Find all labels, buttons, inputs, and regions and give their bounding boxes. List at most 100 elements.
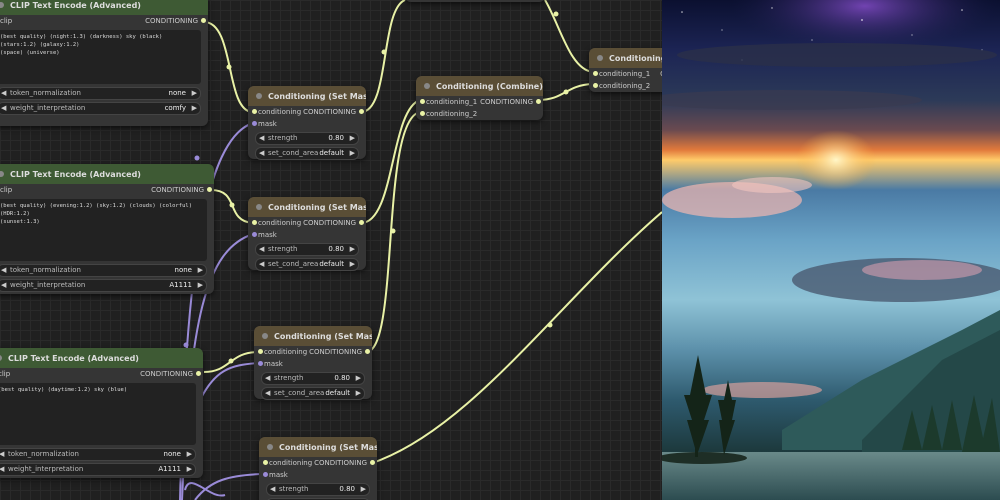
collapse-dot-icon[interactable] [262,333,268,339]
token-normalization-combo[interactable]: ◀ token_normalization none ▶ [0,87,201,100]
conditioning-1-input-slot[interactable] [593,71,598,76]
widget-label: set_cond_area [268,149,319,157]
token-normalization-combo[interactable]: ◀ token_normalization none ▶ [0,448,196,461]
node-header[interactable]: Conditioning (Set Mask) [248,86,366,106]
arrow-right-icon[interactable]: ▶ [350,245,355,253]
node-header[interactable]: Conditioning (Set Mask) [254,326,372,346]
arrow-right-icon[interactable]: ▶ [350,134,355,142]
mask-input-slot[interactable] [263,472,268,477]
node-title: CLIP Text Encode (Advanced) [8,353,139,363]
node-graph-canvas[interactable]: CLIP Text Encode (Advanced) clip CONDITI… [0,0,662,500]
prompt-textarea[interactable]: (best quality) (night:1.3) (darkness) sk… [0,30,201,84]
arrow-left-icon[interactable]: ◀ [259,260,264,268]
mask-input-slot[interactable] [252,232,257,237]
arrow-right-icon[interactable]: ▶ [198,281,203,289]
collapse-dot-icon[interactable] [267,444,273,450]
conditioning-output-slot[interactable] [370,460,375,465]
collapse-dot-icon[interactable] [597,55,603,61]
conditioning-output-slot[interactable] [365,349,370,354]
arrow-left-icon[interactable]: ◀ [1,89,6,97]
conditioning-1-input-slot[interactable] [420,99,425,104]
arrow-left-icon[interactable]: ◀ [265,374,270,382]
collapse-dot-icon[interactable] [256,93,262,99]
input-label: conditioning [264,348,308,356]
arrow-right-icon[interactable]: ▶ [361,485,366,493]
output-label: CONDITIONING [303,219,356,227]
node-header[interactable]: Conditioning (Set Mask) [259,437,377,457]
set-cond-area-combo[interactable]: ◀ set_cond_areadefault ▶ [255,147,359,160]
set-mask-node-2[interactable]: Conditioning (Set Mask) conditioning COND… [248,197,366,271]
set-cond-area-combo[interactable]: ◀ set_cond_areadefault ▶ [261,387,365,400]
collapse-dot-icon[interactable] [0,2,4,8]
mask-input-slot[interactable] [258,361,263,366]
conditioning-output-slot[interactable] [536,99,541,104]
widget-value: default [325,389,350,397]
arrow-right-icon[interactable]: ▶ [356,374,361,382]
strength-number-widget[interactable]: ◀ strength 0.80 ▶ [255,132,359,145]
node-header[interactable]: CLIP Text Encode (Advanced) [0,164,214,184]
arrow-left-icon[interactable]: ◀ [259,149,264,157]
prompt-textarea[interactable]: (best quality) (evening:1.2) (sky:1.2) (… [0,199,207,261]
arrow-right-icon[interactable]: ▶ [198,266,203,274]
widget-value: 0.80 [328,245,344,253]
arrow-right-icon[interactable]: ▶ [350,149,355,157]
strength-number-widget[interactable]: ◀ strength 0.80 ▶ [261,372,365,385]
prompt-textarea[interactable]: (best quality) (daytime:1.2) sky (blue) [0,383,196,445]
strength-number-widget[interactable]: ◀ strength 0.80 ▶ [266,483,370,496]
token-normalization-combo[interactable]: ◀ token_normalization none ▶ [0,264,207,277]
conditioning-combine-node-1[interactable]: Conditioning (Combine) conditioning_1 CON… [416,76,543,120]
weight-interpretation-combo[interactable]: ◀ weight_interpretation A1111 ▶ [0,279,207,292]
arrow-left-icon[interactable]: ◀ [259,245,264,253]
conditioning-output-slot[interactable] [201,18,206,23]
set-cond-area-combo[interactable]: ◀ set_cond_areadefault ▶ [255,258,359,271]
weight-interpretation-combo[interactable]: ◀ weight_interpretation A1111 ▶ [0,463,196,476]
arrow-left-icon[interactable]: ◀ [0,450,4,458]
arrow-left-icon[interactable]: ◀ [259,134,264,142]
node-header[interactable]: Conditioning (Combine) [416,76,543,96]
node-header[interactable]: Conditioning (Set Mask) [248,197,366,217]
arrow-right-icon[interactable]: ▶ [192,104,197,112]
clip-text-encode-node-1[interactable]: CLIP Text Encode (Advanced) clip CONDITI… [0,0,208,126]
weight-interpretation-combo[interactable]: ◀ weight_interpretation comfy ▶ [0,102,201,115]
arrow-right-icon[interactable]: ▶ [350,260,355,268]
set-mask-node-3[interactable]: Conditioning (Set Mask) conditioning COND… [254,326,372,400]
node-header[interactable]: Conditioning (Co [589,48,662,68]
conditioning-input-slot[interactable] [252,109,257,114]
clip-text-encode-node-3[interactable]: CLIP Text Encode (Advanced) clip CONDITI… [0,348,203,478]
clip-input-label: clip [0,17,13,25]
set-mask-node-1[interactable]: Conditioning (Set Mask) conditioning COND… [248,86,366,160]
clip-text-encode-node-2[interactable]: CLIP Text Encode (Advanced) clip CONDITI… [0,164,214,294]
node-header[interactable]: CLIP Text Encode (Advanced) [0,0,208,15]
arrow-left-icon[interactable]: ◀ [270,485,275,493]
collapse-dot-icon[interactable] [0,171,4,177]
arrow-right-icon[interactable]: ▶ [187,450,192,458]
arrow-right-icon[interactable]: ▶ [187,465,192,473]
collapse-dot-icon[interactable] [424,83,430,89]
conditioning-input-slot[interactable] [263,460,268,465]
conditioning-2-input-slot[interactable] [593,83,598,88]
collapse-dot-icon[interactable] [0,355,2,361]
arrow-left-icon[interactable]: ◀ [1,104,6,112]
conditioning-output-slot[interactable] [196,371,201,376]
conditioning-output-slot[interactable] [359,109,364,114]
arrow-left-icon[interactable]: ◀ [0,465,4,473]
conditioning-output-slot[interactable] [359,220,364,225]
conditioning-input-slot[interactable] [252,220,257,225]
arrow-right-icon[interactable]: ▶ [356,389,361,397]
arrow-right-icon[interactable]: ▶ [192,89,197,97]
widget-label: strength [274,374,304,382]
widget-label: weight_interpretation [10,104,86,112]
conditioning-output-slot[interactable] [207,187,212,192]
offscreen-node-edge[interactable] [405,0,545,2]
arrow-left-icon[interactable]: ◀ [265,389,270,397]
set-mask-node-4[interactable]: Conditioning (Set Mask) conditioning COND… [259,437,377,500]
conditioning-combine-node-2[interactable]: Conditioning (Co conditioning_1C conditi… [589,48,662,92]
arrow-left-icon[interactable]: ◀ [1,281,6,289]
conditioning-input-slot[interactable] [258,349,263,354]
arrow-left-icon[interactable]: ◀ [1,266,6,274]
mask-input-slot[interactable] [252,121,257,126]
strength-number-widget[interactable]: ◀ strength 0.80 ▶ [255,243,359,256]
collapse-dot-icon[interactable] [256,204,262,210]
node-header[interactable]: CLIP Text Encode (Advanced) [0,348,203,368]
conditioning-2-input-slot[interactable] [420,111,425,116]
